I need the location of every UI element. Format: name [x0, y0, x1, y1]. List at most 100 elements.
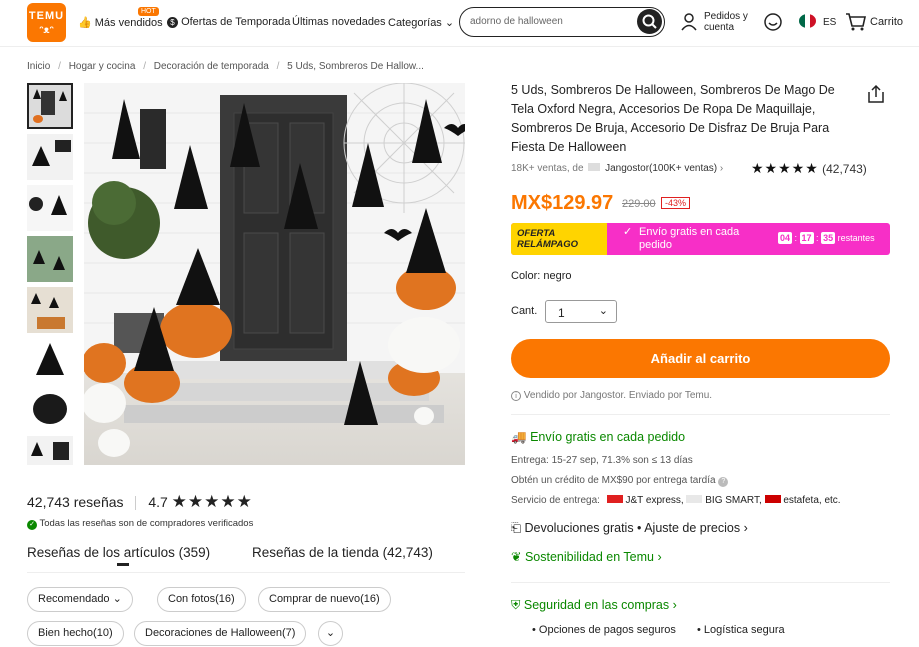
thumbnail-1[interactable] — [27, 83, 73, 129]
filter-recommended[interactable]: Recomendado ⌄ — [27, 587, 133, 612]
return-box-icon: ⎗ — [511, 521, 522, 535]
thumbnail-3[interactable] — [27, 185, 73, 231]
late-delivery-credit: Obtén un crédito de MX$90 por entrega ta… — [511, 475, 729, 487]
add-to-cart-button[interactable]: Añadir al carrito — [511, 339, 890, 378]
orders-account-link[interactable]: Pedidos y cuenta — [704, 11, 748, 33]
cart-icon[interactable] — [845, 12, 867, 32]
flash-free-shipping: ✓ Envío gratis en cada pedido — [623, 226, 740, 251]
countdown-timer: 04 : 17 : 35 restantes — [778, 232, 875, 244]
returns-price-adjust[interactable]: ⎗ Devoluciones gratis • Ajuste de precio… — [511, 521, 748, 536]
shield-icon: ⛨ — [511, 598, 521, 612]
help-icon[interactable]: ? — [718, 477, 729, 487]
sold-by-info: i Vendido por Jangostor. Enviado por Tem… — [511, 390, 712, 401]
thumbnail-6[interactable] — [27, 335, 73, 381]
breadcrumb: Inicio / Hogar y cocina / Decoración de … — [27, 61, 424, 72]
jt-express-logo — [606, 495, 623, 503]
search-button[interactable] — [637, 9, 662, 34]
flash-sale-label: OFERTA RELÁMPAGO — [511, 223, 607, 255]
top-header: TEMU ᵔᴥᵔ HOT 👍 Más vendidos $ Ofertas de… — [0, 0, 919, 47]
mexico-flag-icon[interactable] — [799, 14, 816, 28]
nav-season-deals[interactable]: $ Ofertas de Temporada — [167, 16, 290, 28]
chevron-down-icon: ⌄ — [598, 305, 608, 317]
quantity-label: Cant. — [511, 305, 538, 317]
thumbnail-5[interactable] — [27, 287, 73, 333]
security-item-payments: • Opciones de pagos seguros — [532, 624, 676, 636]
user-icon[interactable] — [681, 13, 697, 31]
sustainability-link[interactable]: ❦ Sostenibilidad en Temu › — [511, 549, 662, 564]
chevron-right-icon: › — [719, 163, 724, 174]
chevron-right-icon: › — [657, 550, 662, 564]
nav-categories[interactable]: Categorías ⌄ — [388, 16, 454, 29]
divider — [511, 414, 890, 415]
product-rating[interactable]: ★★★★★ (42,743) — [751, 160, 867, 177]
temu-logo[interactable]: TEMU ᵔᴥᵔ — [27, 3, 66, 42]
estafeta-logo — [764, 495, 781, 503]
thumbnail-4[interactable] — [27, 236, 73, 282]
truck-icon: 🚚 — [511, 430, 527, 444]
breadcrumb-home[interactable]: Inicio — [27, 61, 50, 72]
dollar-icon: $ — [167, 17, 178, 28]
check-icon: ✓ — [623, 226, 633, 238]
tab-store-reviews[interactable]: Reseñas de la tienda (42,743) — [252, 545, 433, 560]
discount-badge: -43% — [661, 197, 691, 209]
divider — [27, 572, 465, 573]
security-item-logistics: • Logística segura — [697, 624, 785, 636]
share-icon[interactable] — [866, 83, 886, 105]
search-bar[interactable]: adorno de halloween — [459, 7, 665, 37]
tab-item-reviews[interactable]: Reseñas de los artículos (359) — [27, 545, 210, 560]
original-price: 229.00 — [622, 198, 656, 210]
search-icon — [642, 14, 657, 29]
verified-shield-icon: ✓ — [27, 520, 37, 530]
seller-link[interactable]: Jangostor(100K+ ventas) — [605, 163, 717, 174]
free-shipping-title[interactable]: 🚚 Envío gratis en cada pedido — [511, 430, 685, 445]
breadcrumb-home-kitchen[interactable]: Hogar y cocina — [69, 61, 136, 72]
nav-new-arrivals[interactable]: Últimas novedades — [292, 16, 386, 28]
reviews-summary: 42,743 reseñas 4.7 ★★★★★ — [27, 492, 253, 511]
filter-well-made[interactable]: Bien hecho(10) — [27, 621, 124, 646]
quantity-select[interactable]: 1 ⌄ — [545, 300, 617, 323]
halloween-porch-illustration — [84, 83, 465, 457]
star-rating-icons: ★★★★★ — [171, 492, 253, 511]
search-input[interactable]: adorno de halloween — [470, 16, 563, 27]
delivery-service: Servicio de entrega: J&T express, BIG SM… — [511, 495, 841, 506]
thumbnail-7[interactable] — [27, 386, 73, 432]
leaf-icon: ❦ — [511, 550, 522, 564]
thumbnail-2[interactable] — [27, 134, 73, 180]
filter-with-photos[interactable]: Con fotos(16) — [157, 587, 246, 612]
chevron-right-icon: › — [743, 521, 748, 535]
logo-text: TEMU — [28, 10, 65, 22]
rating-count: (42,743) — [822, 162, 867, 176]
thumbnail-8[interactable] — [27, 436, 73, 465]
breadcrumb-seasonal[interactable]: Decoración de temporada — [154, 61, 269, 72]
expand-filters-button[interactable]: ⌄ — [318, 621, 343, 646]
star-rating-icons: ★★★★★ — [751, 160, 819, 176]
seller-avatar — [588, 163, 601, 171]
thumbs-up-icon: 👍 — [78, 17, 92, 29]
info-icon: i — [511, 391, 521, 401]
language-selector[interactable]: ES — [823, 17, 836, 28]
big-smart-logo — [686, 495, 703, 503]
filter-buy-again[interactable]: Comprar de nuevo(16) — [258, 587, 391, 612]
breadcrumb-current: 5 Uds, Sombreros De Hallow... — [287, 61, 424, 72]
main-product-image[interactable] — [84, 83, 465, 465]
chevron-down-icon: ⌄ — [112, 593, 122, 605]
chevron-down-icon: ⌄ — [444, 17, 455, 29]
cart-link[interactable]: Carrito — [870, 16, 903, 28]
divider — [511, 582, 890, 583]
chevron-down-icon: ⌄ — [325, 627, 336, 639]
product-title: 5 Uds, Sombreros De Halloween, Sombreros… — [511, 83, 835, 154]
chevron-right-icon: › — [672, 598, 677, 612]
hot-badge: HOT — [138, 7, 159, 16]
color-label: Color: negro — [511, 270, 572, 282]
nav-best-sellers[interactable]: 👍 Más vendidos — [78, 16, 163, 29]
support-smile-icon[interactable] — [763, 12, 783, 32]
delivery-estimate: Entrega: 15-27 sep, 71.3% son ≤ 13 días — [511, 455, 693, 466]
logo-emoticon: ᵔᴥᵔ — [39, 25, 54, 36]
filter-halloween-decor[interactable]: Decoraciones de Halloween(7) — [134, 621, 307, 646]
active-tab-indicator — [117, 563, 129, 566]
verified-reviews-note: ✓ Todas las reseñas son de compradores v… — [27, 518, 253, 530]
sales-seller-info: 18K+ ventas, de Jangostor(100K+ ventas) … — [511, 163, 724, 174]
current-price: MX$129.97 — [511, 192, 614, 214]
flash-sale-banner: OFERTA RELÁMPAGO ✓ Envío gratis en cada … — [511, 223, 890, 255]
shopping-security-link[interactable]: ⛨ Seguridad en las compras › — [511, 598, 677, 613]
